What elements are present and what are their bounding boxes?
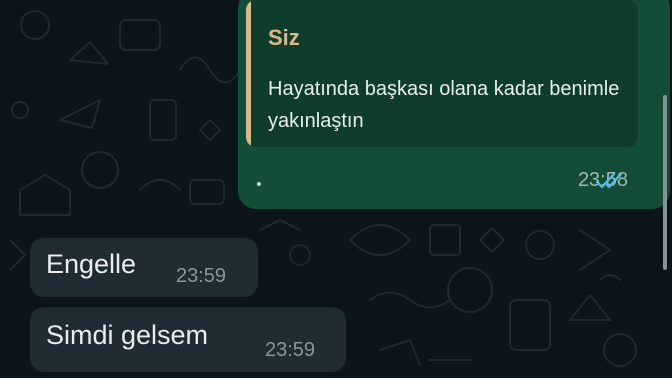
incoming-message-bubble[interactable]: Simdi gelsem 23:59 [30,307,346,372]
message-timestamp: 23:59 [265,339,316,361]
quote-accent-bar [246,0,251,147]
quote-author: Siz [268,25,300,50]
chat-scrollbar[interactable] [663,95,667,270]
message-body-dot [257,182,261,186]
double-check-read-icon [595,172,623,189]
outgoing-message-bubble[interactable]: Siz Hayatında başkası olana kadar beniml… [238,0,670,209]
message-text: Engelle [46,249,137,279]
incoming-message-bubble[interactable]: Engelle 23:59 [30,238,258,297]
quoted-reply[interactable]: Siz Hayatında başkası olana kadar beniml… [246,0,638,147]
quote-text: Hayatında başkası olana kadar benimle ya… [268,78,620,132]
message-text: Simdi gelsem [46,320,209,350]
message-timestamp: 23:59 [176,265,227,287]
